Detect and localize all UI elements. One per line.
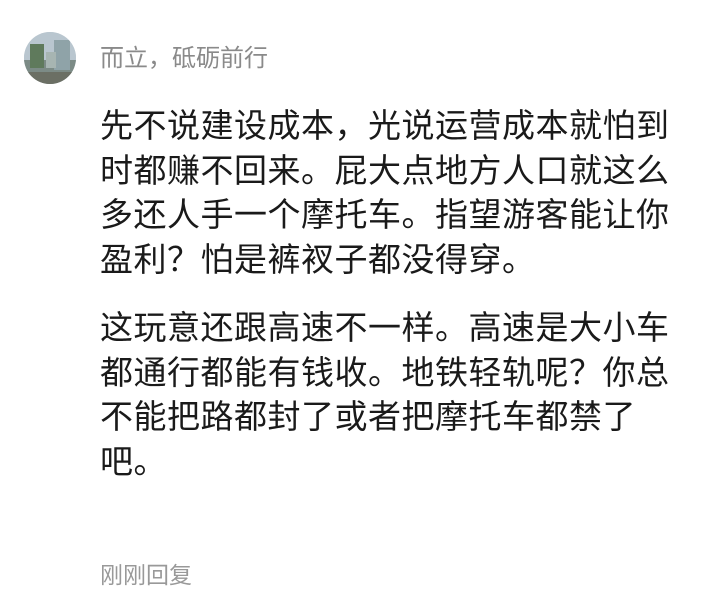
reply-timestamp[interactable]: 刚刚回复: [100, 560, 192, 592]
comment-paragraph: 先不说建设成本，光说运营成本就怕到时都赚不回来。屁大点地方人口就这么多还人手一个…: [100, 106, 670, 279]
comment-item: 而立，砥砺前行 先不说建设成本，光说运营成本就怕到时都赚不回来。屁大点地方人口就…: [0, 0, 720, 614]
avatar[interactable]: [24, 32, 76, 84]
user-avatar-icon: [24, 32, 76, 84]
comment-body: 先不说建设成本，光说运营成本就怕到时都赚不回来。屁大点地方人口就这么多还人手一个…: [100, 104, 690, 484]
comment-paragraph: 这玩意还跟高速不一样。高速是大小车都通行都能有钱收。地铁轻轨呢？你总不能把路都封…: [100, 308, 670, 481]
username[interactable]: 而立，砥砺前行: [100, 42, 268, 74]
